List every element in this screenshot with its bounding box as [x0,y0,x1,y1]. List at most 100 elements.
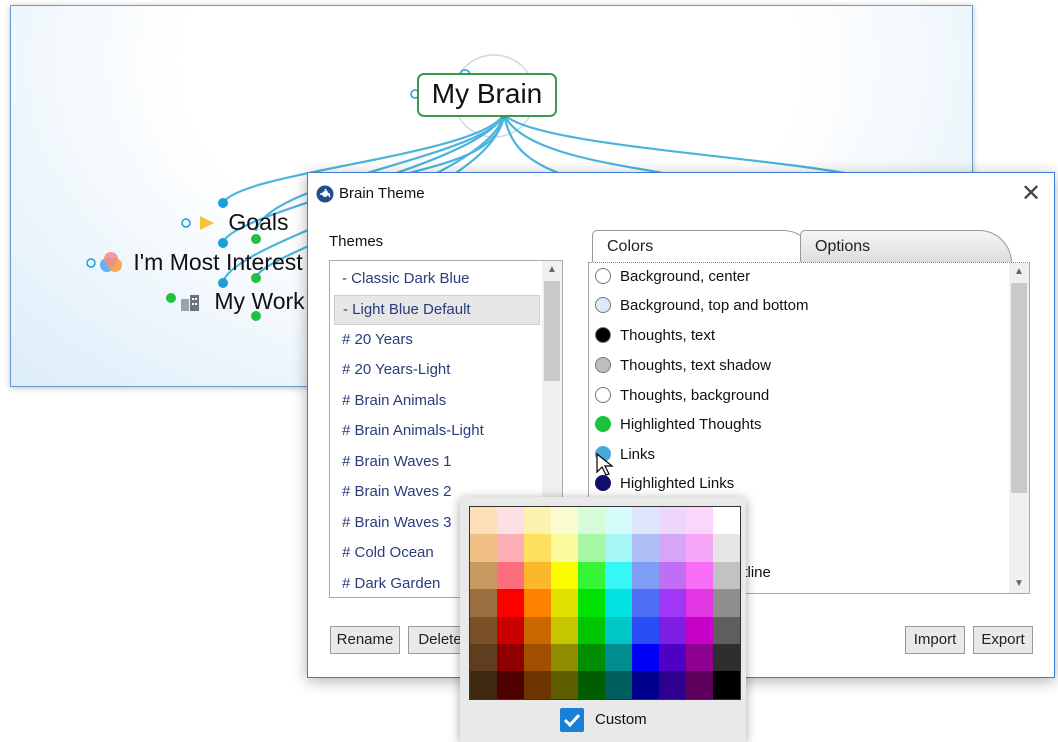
dialog-title-bar[interactable]: Brain Theme ✕ [308,173,1054,215]
color-swatch[interactable] [659,616,686,644]
color-swatch[interactable] [551,643,578,672]
color-swatch[interactable] [659,589,686,617]
color-swatch[interactable] [632,671,659,699]
color-swatch[interactable] [659,534,686,562]
color-swatch[interactable] [632,561,659,590]
color-swatch[interactable] [605,561,632,590]
color-item[interactable]: Highlighted Thoughts [595,411,762,439]
color-swatch[interactable] [578,643,605,672]
color-swatch[interactable] [713,671,740,699]
import-button[interactable]: Import [905,626,965,654]
color-swatch[interactable] [470,643,497,672]
color-swatch[interactable] [551,616,578,644]
color-swatch[interactable] [578,616,605,644]
theme-item[interactable]: # 20 Years-Light [334,356,538,384]
color-swatch[interactable] [470,671,497,699]
color-swatch[interactable] [578,507,605,535]
color-swatch[interactable] [713,534,740,562]
color-item[interactable]: Background, center [595,263,750,291]
color-swatch[interactable] [524,534,551,562]
color-swatch[interactable] [713,616,740,644]
color-swatch[interactable] [578,561,605,590]
color-swatch[interactable] [551,589,578,617]
color-swatch[interactable] [686,534,713,562]
color-swatch[interactable] [632,589,659,617]
color-swatch[interactable] [686,616,713,644]
color-swatch[interactable] [713,507,740,535]
custom-checkbox[interactable] [560,708,584,732]
color-swatch[interactable] [605,507,632,535]
scroll-up-icon[interactable]: ▲ [1009,263,1029,281]
color-swatch[interactable] [713,589,740,617]
theme-item[interactable]: # 20 Years [334,326,538,354]
color-swatch[interactable] [524,616,551,644]
color-swatch[interactable] [551,671,578,699]
color-swatch[interactable] [470,589,497,617]
scroll-down-icon[interactable]: ▼ [1009,575,1029,593]
scroll-thumb[interactable] [544,281,560,381]
color-swatch[interactable] [686,589,713,617]
color-swatch[interactable] [470,616,497,644]
color-swatch-grid[interactable] [469,506,741,700]
color-swatch[interactable] [605,534,632,562]
color-swatch[interactable] [551,507,578,535]
scroll-thumb[interactable] [1011,283,1027,493]
color-swatch[interactable] [470,561,497,590]
color-swatch[interactable] [524,507,551,535]
color-swatch[interactable] [605,616,632,644]
color-swatch[interactable] [551,561,578,590]
color-swatch[interactable] [551,534,578,562]
color-swatch[interactable] [659,561,686,590]
color-swatch[interactable] [659,507,686,535]
color-swatch[interactable] [686,671,713,699]
color-swatch[interactable] [632,534,659,562]
color-swatch[interactable] [605,589,632,617]
color-swatch[interactable] [497,671,524,699]
color-swatch[interactable] [632,507,659,535]
central-thought[interactable]: My Brain [417,73,557,117]
export-button[interactable]: Export [973,626,1033,654]
color-swatch[interactable] [578,534,605,562]
close-icon[interactable]: ✕ [1018,181,1044,207]
color-list-scrollbar[interactable]: ▲ ▼ [1009,263,1029,593]
thought-interests[interactable]: I'm Most Interest [99,249,303,276]
color-swatch[interactable] [497,643,524,672]
scroll-up-icon[interactable]: ▲ [542,261,562,279]
thought-my-work[interactable]: My Work [178,288,305,315]
color-swatch[interactable] [605,671,632,699]
color-swatch[interactable] [632,616,659,644]
color-swatch[interactable] [470,534,497,562]
color-swatch[interactable] [497,507,524,535]
color-item[interactable]: Highlighted Links [595,470,734,498]
theme-item[interactable]: # Brain Animals [334,387,538,415]
color-swatch[interactable] [470,507,497,535]
color-swatch[interactable] [578,589,605,617]
color-item[interactable]: Thoughts, text [595,322,715,350]
color-swatch[interactable] [659,643,686,672]
theme-item[interactable]: # Brain Animals-Light [334,417,538,445]
color-swatch[interactable] [497,534,524,562]
color-swatch[interactable] [524,589,551,617]
color-swatch[interactable] [632,643,659,672]
color-swatch[interactable] [659,671,686,699]
color-item[interactable]: Background, top and bottom [595,292,808,320]
color-swatch[interactable] [497,561,524,590]
color-swatch[interactable] [497,589,524,617]
color-swatch[interactable] [497,616,524,644]
tab-colors[interactable]: Colors [592,230,816,263]
theme-item[interactable]: # Brain Waves 1 [334,448,538,476]
theme-item-selected[interactable]: - Light Blue Default [334,295,540,325]
color-item[interactable]: Thoughts, text shadow [595,352,771,380]
color-swatch[interactable] [524,643,551,672]
thought-goals[interactable]: Goals [198,209,288,236]
color-swatch[interactable] [686,643,713,672]
color-swatch[interactable] [713,643,740,672]
tab-options[interactable]: Options [800,230,1012,263]
rename-button[interactable]: Rename [330,626,400,654]
color-swatch[interactable] [713,561,740,590]
color-swatch[interactable] [686,507,713,535]
color-swatch[interactable] [605,643,632,672]
color-swatch[interactable] [686,561,713,590]
color-swatch[interactable] [578,671,605,699]
theme-item[interactable]: - Classic Dark Blue [334,265,538,293]
